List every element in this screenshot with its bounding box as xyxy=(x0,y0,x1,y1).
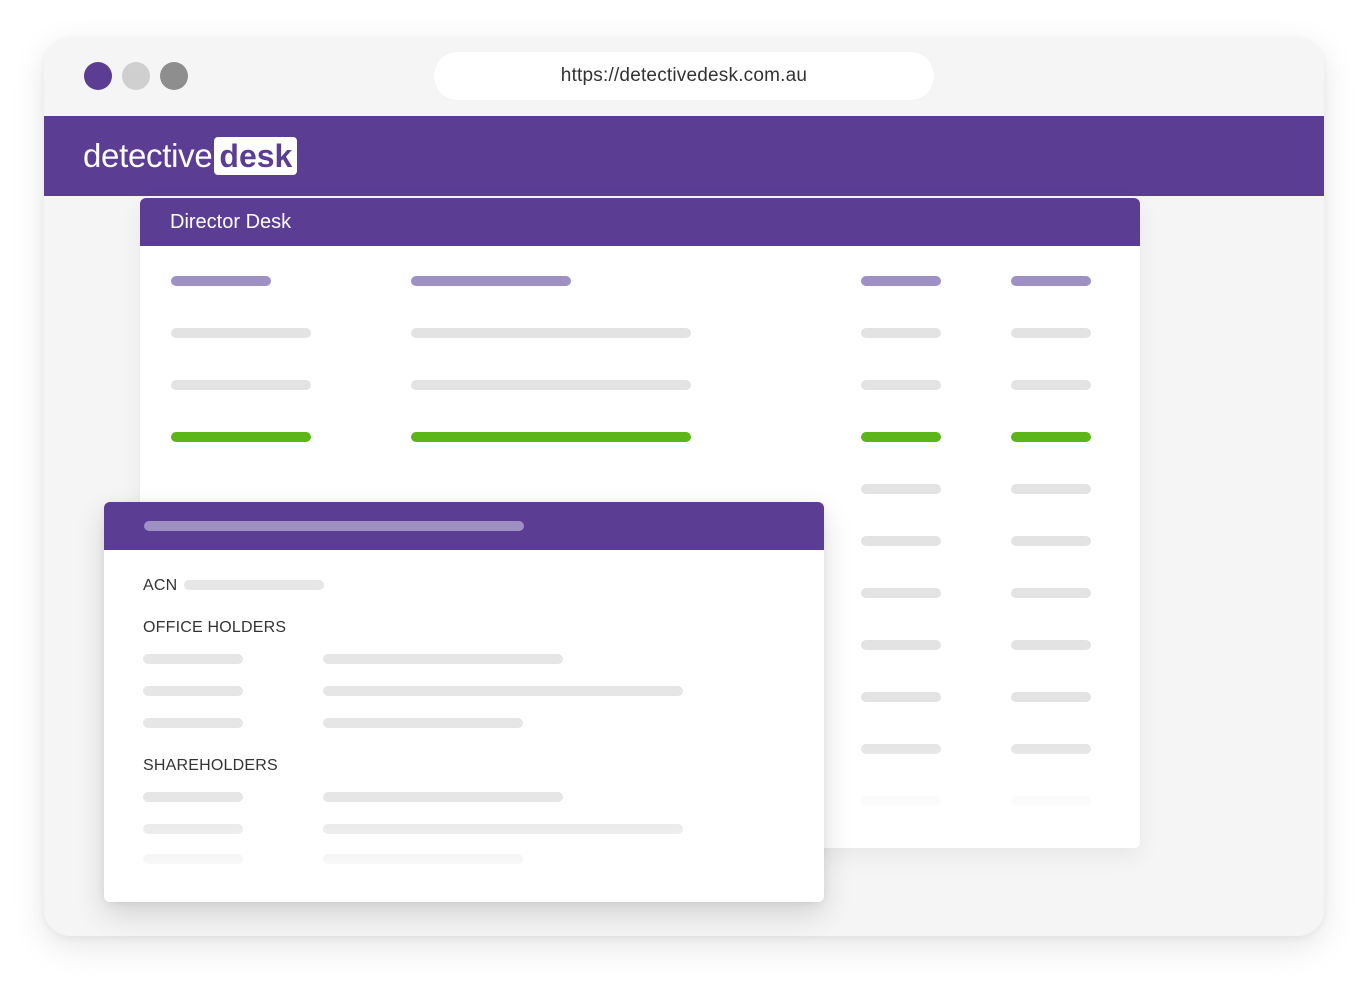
logo[interactable]: detective desk xyxy=(83,136,298,176)
table-cell-placeholder xyxy=(171,380,311,390)
column-header-placeholder xyxy=(1011,276,1091,286)
office-holders-label: OFFICE HOLDERS xyxy=(143,619,287,636)
table-cell-placeholder xyxy=(1011,640,1091,650)
table-cell-placeholder xyxy=(1011,484,1091,494)
table-cell-placeholder xyxy=(411,328,691,338)
column-header-placeholder xyxy=(171,276,271,286)
address-bar[interactable]: https://detectivedesk.com.au xyxy=(434,52,934,100)
minimize-dot[interactable] xyxy=(122,62,150,90)
table-cell-placeholder xyxy=(861,536,941,546)
table-cell-placeholder xyxy=(1011,536,1091,546)
office-holder-name-placeholder xyxy=(323,718,523,728)
office-holder-name-placeholder xyxy=(323,654,563,664)
office-holder-role-placeholder xyxy=(143,686,243,696)
shareholders-label: SHAREHOLDERS xyxy=(143,757,278,774)
maximize-dot[interactable] xyxy=(160,62,188,90)
column-header-placeholder xyxy=(861,276,941,286)
table-cell-placeholder xyxy=(1011,380,1091,390)
table-cell-placeholder xyxy=(1011,328,1091,338)
table-cell-placeholder xyxy=(1011,692,1091,702)
highlighted-cell-placeholder xyxy=(861,432,941,442)
company-detail-card: ACN OFFICE HOLDERS SHAREHOLDERS xyxy=(104,502,824,902)
acn-label: ACN xyxy=(143,577,178,594)
column-header-placeholder xyxy=(411,276,571,286)
brand-header: detective desk xyxy=(44,116,1324,196)
highlighted-cell-placeholder xyxy=(171,432,311,442)
shareholder-placeholder xyxy=(323,792,563,802)
table-cell-placeholder xyxy=(171,328,311,338)
office-holder-role-placeholder xyxy=(143,718,243,728)
fade-overlay xyxy=(104,812,824,902)
panel-title: Director Desk xyxy=(170,210,292,233)
url-text: https://detectivedesk.com.au xyxy=(560,65,808,86)
acn-value-placeholder xyxy=(184,580,324,590)
logo-text-desk: desk xyxy=(214,137,298,175)
panel-header: Director Desk xyxy=(140,198,1140,246)
table-cell-placeholder xyxy=(411,380,691,390)
office-holder-role-placeholder xyxy=(143,654,243,664)
table-cell-placeholder xyxy=(861,640,941,650)
table-cell-placeholder xyxy=(861,328,941,338)
highlighted-cell-placeholder xyxy=(411,432,691,442)
table-cell-placeholder xyxy=(1011,588,1091,598)
office-holder-name-placeholder xyxy=(323,686,683,696)
table-cell-placeholder xyxy=(861,484,941,494)
table-cell-placeholder xyxy=(861,380,941,390)
close-dot[interactable] xyxy=(84,62,112,90)
logo-text-detective: detective xyxy=(83,137,213,174)
shareholder-placeholder xyxy=(143,792,243,802)
card-title-placeholder xyxy=(144,521,524,531)
card-header xyxy=(104,502,824,550)
table-cell-placeholder xyxy=(861,588,941,598)
highlighted-cell-placeholder xyxy=(1011,432,1091,442)
table-cell-placeholder xyxy=(861,692,941,702)
